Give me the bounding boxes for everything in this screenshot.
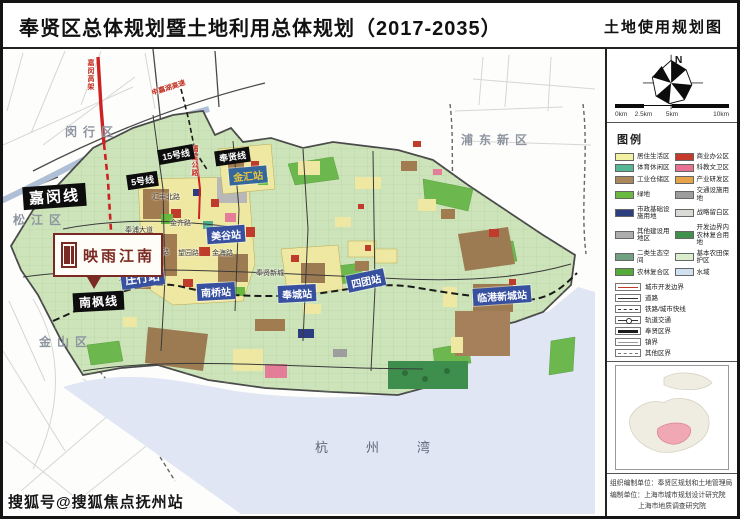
other-border-symbol xyxy=(615,349,641,357)
scale-tick: 5km xyxy=(666,111,678,118)
legend-line-item: 奉贤区界 xyxy=(615,327,729,335)
legend-item: 其他建设用地区 xyxy=(615,224,670,246)
fengxian-border-symbol xyxy=(615,327,641,335)
line-label-jiamin: 嘉闵线 xyxy=(22,183,86,210)
page-title: 奉贤区总体规划暨土地利用总体规划（2017-2035） xyxy=(19,12,502,41)
legend-item: 基本农田保护区 xyxy=(675,250,730,265)
map-canvas: 嘉闵线 南枫线 15号线 5号线 奉贤线 金汇站 美谷站 庄行站 南桥站 奉城站… xyxy=(3,49,605,516)
legend-item: 水域 xyxy=(675,268,730,276)
project-logo-seal-icon xyxy=(61,242,77,268)
legend-section: 图例 居住生活区 商业办公区 体育休闲区 科教文卫区 工业仓储区 产业研发区 绿… xyxy=(607,123,737,363)
legend-line-item: 城市开发边界 xyxy=(615,283,729,291)
road-label-huifeng: 汇丰北路 xyxy=(152,192,180,202)
road-label-wangyuan: 望园路 xyxy=(178,248,199,258)
content: 嘉闵线 南枫线 15号线 5号线 奉贤线 金汇站 美谷站 庄行站 南桥站 奉城站… xyxy=(3,47,737,516)
legend-swatch xyxy=(615,191,634,199)
station-label-jinhui: 金汇站 xyxy=(228,165,267,185)
legend-item: 工业仓储区 xyxy=(615,176,670,184)
legend-item: 绿地 xyxy=(615,187,670,202)
legend-item: 体育休闲区 xyxy=(615,164,670,172)
legend-line-item: 道路 xyxy=(615,294,729,302)
scale-bar xyxy=(615,104,729,108)
road-label-jiamin-viaduct: 嘉闵高架 xyxy=(85,59,95,91)
station-label-nanqiao: 南桥站 xyxy=(197,282,236,301)
legend-swatch xyxy=(675,164,694,172)
legend-item: 交通设施用地 xyxy=(675,187,730,202)
legend-swatch xyxy=(675,176,694,184)
legend-swatch xyxy=(675,253,694,261)
project-marker-pointer-icon xyxy=(87,277,101,289)
project-marker: 映雨江南 xyxy=(53,233,163,277)
legend-item: 科教文卫区 xyxy=(675,164,730,172)
legend-area-items: 居住生活区 商业办公区 体育休闲区 科教文卫区 工业仓储区 产业研发区 绿地 交… xyxy=(615,153,729,277)
compass-scale-section: N 0km 2.5km 5km 10km xyxy=(607,49,737,123)
legend-item: 二类生态空间 xyxy=(615,250,670,265)
legend-swatch xyxy=(615,268,634,276)
scale-ticks: 0km 2.5km 5km 10km xyxy=(615,111,729,120)
map-sheet-title: 土地使用规划图 xyxy=(604,16,723,37)
district-label-songjiang: 松江区 xyxy=(13,211,67,228)
legend-line-item: 镇界 xyxy=(615,338,729,346)
legend-swatch xyxy=(615,153,634,161)
legend-swatch xyxy=(675,153,694,161)
district-label-minhang: 闵行区 xyxy=(65,123,119,140)
scale-tick: 0km xyxy=(615,111,627,118)
line-label-nanfeng: 南枫线 xyxy=(73,291,125,313)
station-label-meigu: 美谷站 xyxy=(206,225,245,245)
watermark: 搜狐号@搜狐焦点抚州站 xyxy=(8,491,184,512)
legend-swatch xyxy=(675,209,694,217)
district-label-jinshan: 金山区 xyxy=(39,333,93,350)
legend-swatch xyxy=(675,191,694,199)
location-inset-section xyxy=(607,362,737,474)
attribution-line: 编制单位：上海市城市规划设计研究院 xyxy=(610,490,734,501)
attribution-section: 组织编制单位：奉贤区规划和土地管理局 编制单位：上海市城市规划设计研究院 上海市… xyxy=(607,474,737,516)
railway-express-symbol xyxy=(615,305,641,313)
scale-tick: 2.5km xyxy=(635,111,653,118)
legend-swatch xyxy=(615,209,634,217)
legend-swatch xyxy=(675,268,694,276)
station-label-fengcheng: 奉城站 xyxy=(278,284,317,303)
legend-swatch xyxy=(615,164,634,172)
legend-item: 商业办公区 xyxy=(675,153,730,161)
legend-item: 产业研发区 xyxy=(675,176,730,184)
header: 奉贤区总体规划暨土地利用总体规划（2017-2035） 土地使用规划图 xyxy=(3,3,737,47)
legend-line-item: 铁路/城市快线 xyxy=(615,305,729,313)
attribution-line: 组织编制单位：奉贤区规划和土地管理局 xyxy=(610,478,734,489)
compass-north-letter: N xyxy=(675,55,682,66)
legend-item: 市政基础设施用地 xyxy=(615,206,670,221)
legend-item: 战略留白区 xyxy=(675,206,730,221)
scale-tick: 10km xyxy=(713,111,729,118)
legend-swatch xyxy=(615,253,634,261)
legend-item: 农林复合区 xyxy=(615,268,670,276)
legend-title: 图例 xyxy=(617,131,729,147)
rail-transit-symbol xyxy=(615,316,641,324)
legend-line-items: 城市开发边界 道路 铁路/城市快线 轨道交通 奉贤区界 镇界 其他区界 xyxy=(615,283,729,357)
legend-line-item: 其他区界 xyxy=(615,349,729,357)
town-border-symbol xyxy=(615,338,641,346)
legend-swatch xyxy=(675,231,694,239)
legend-line-item: 轨道交通 xyxy=(615,316,729,324)
area-label-fengxian-newtown: 奉贤新城 xyxy=(256,268,284,278)
shanghai-inset-map xyxy=(615,365,729,470)
legend-panel: N 0km 2.5km 5km 10km 图例 居住生活区 商业办公区 体育休闲… xyxy=(605,49,737,516)
planning-map-page: 奉贤区总体规划暨土地利用总体规划（2017-2035） 土地使用规划图 xyxy=(0,0,740,519)
development-boundary-symbol xyxy=(615,283,641,291)
road-symbol xyxy=(615,294,641,302)
district-label-pudong: 浦东新区 xyxy=(461,131,533,148)
legend-swatch xyxy=(615,231,634,239)
legend-item: 居住生活区 xyxy=(615,153,670,161)
attribution-line: 上海市地质调查研究院 xyxy=(610,501,734,512)
road-label-jinhai: 金海路 xyxy=(212,248,233,258)
legend-swatch xyxy=(615,176,634,184)
road-label-jinqi: 金齐路 xyxy=(170,218,191,228)
project-name: 映雨江南 xyxy=(83,245,155,266)
legend-item: 开发边界内农林复合用地 xyxy=(675,224,730,246)
bay-label-hangzhou: 杭州湾 xyxy=(315,437,468,456)
